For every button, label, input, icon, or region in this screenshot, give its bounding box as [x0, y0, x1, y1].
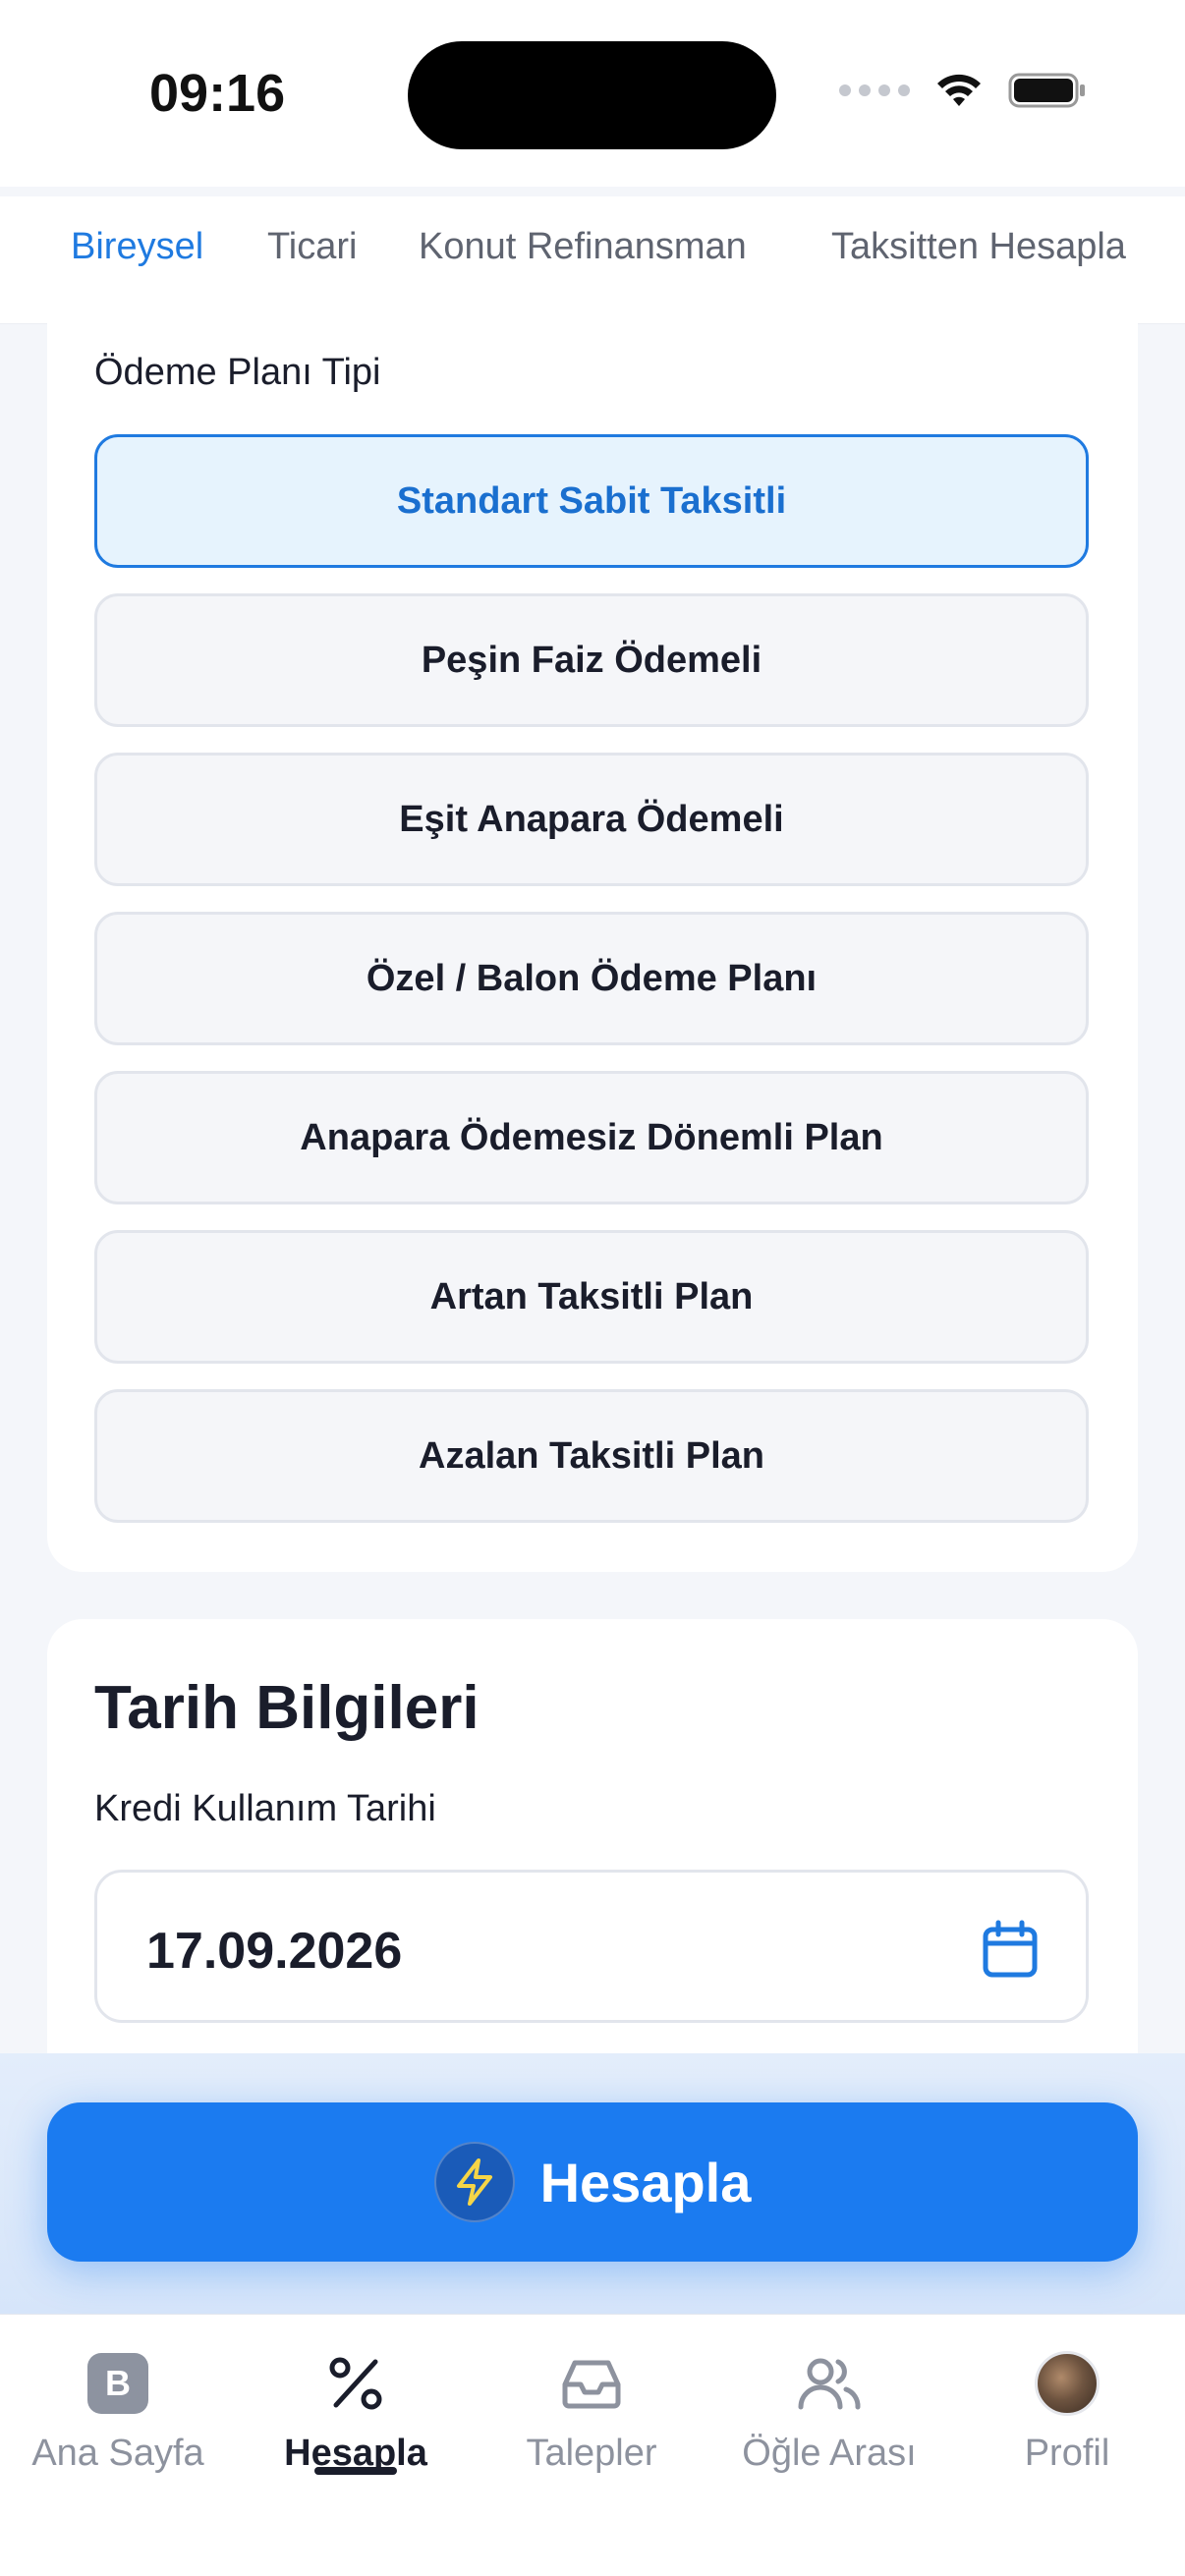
- tab-konut-refinansman[interactable]: Konut Refinansman: [419, 226, 747, 268]
- inbox-icon: [562, 2360, 621, 2409]
- nav-label-ogle-arasi: Öğle Arası: [742, 2433, 917, 2474]
- status-bar: 09:16: [0, 0, 1185, 187]
- avatar: [1035, 2351, 1100, 2416]
- date-info-card: Tarih Bilgileri Kredi Kullanım Tarihi 17…: [47, 1619, 1138, 2110]
- wifi-icon: [937, 74, 981, 106]
- payment-plan-card: Ödeme Planı Tipi Standart Sabit Taksitli…: [47, 285, 1138, 1572]
- tab-bireysel[interactable]: Bireysel: [71, 226, 203, 268]
- battery-icon: [1008, 73, 1085, 108]
- percent-icon: [329, 2357, 382, 2410]
- status-time: 09:16: [149, 64, 286, 123]
- calendar-icon[interactable]: [982, 1920, 1039, 1979]
- bottom-nav: B Ana Sayfa Hesapla Talepler Öğle Arası …: [0, 2314, 1185, 2576]
- hesapla-button-label: Hesapla: [539, 2151, 752, 2213]
- nav-item-profil[interactable]: Profil: [949, 2344, 1185, 2475]
- action-area: Hesapla: [0, 2053, 1185, 2314]
- nav-item-hesapla[interactable]: Hesapla: [238, 2344, 474, 2475]
- plan-option-azalan-taksitli[interactable]: Azalan Taksitli Plan: [94, 1389, 1089, 1523]
- nav-label-profil: Profil: [1024, 2433, 1110, 2474]
- active-nav-indicator: [314, 2467, 397, 2475]
- nav-item-ogle-arasi[interactable]: Öğle Arası: [711, 2344, 947, 2475]
- plan-option-ozel-balon[interactable]: Özel / Balon Ödeme Planı: [94, 912, 1089, 1045]
- plan-option-standart-sabit[interactable]: Standart Sabit Taksitli: [94, 434, 1089, 568]
- nav-item-ana-sayfa[interactable]: B Ana Sayfa: [0, 2344, 236, 2475]
- nav-label-talepler: Talepler: [526, 2433, 657, 2474]
- credit-date-label: Kredi Kullanım Tarihi: [94, 1788, 436, 1829]
- nav-label-ana-sayfa: Ana Sayfa: [31, 2433, 204, 2474]
- payment-plan-label: Ödeme Planı Tipi: [94, 352, 381, 393]
- tab-taksitten-hesapla[interactable]: Taksitten Hesapla: [831, 226, 1126, 268]
- dynamic-island: [408, 41, 776, 149]
- plan-option-anapara-odemesiz[interactable]: Anapara Ödemesiz Dönemli Plan: [94, 1071, 1089, 1204]
- tab-ticari[interactable]: Ticari: [267, 226, 357, 268]
- nav-item-talepler[interactable]: Talepler: [474, 2344, 709, 2475]
- cellular-signal-icon: [839, 84, 910, 96]
- users-icon: [798, 2358, 861, 2410]
- credit-date-field[interactable]: 17.09.2026: [94, 1870, 1089, 2023]
- hesapla-button[interactable]: Hesapla: [47, 2102, 1138, 2262]
- credit-date-value: 17.09.2026: [146, 1923, 403, 1980]
- plan-option-artan-taksitli[interactable]: Artan Taksitli Plan: [94, 1230, 1089, 1364]
- plan-option-esit-anapara[interactable]: Eşit Anapara Ödemeli: [94, 753, 1089, 886]
- date-info-title: Tarih Bilgileri: [94, 1674, 480, 1742]
- status-icons: [839, 71, 1087, 110]
- home-app-icon: B: [87, 2353, 148, 2414]
- plan-option-pesin-faiz[interactable]: Peşin Faiz Ödemeli: [94, 593, 1089, 727]
- bolt-icon: [433, 2142, 515, 2222]
